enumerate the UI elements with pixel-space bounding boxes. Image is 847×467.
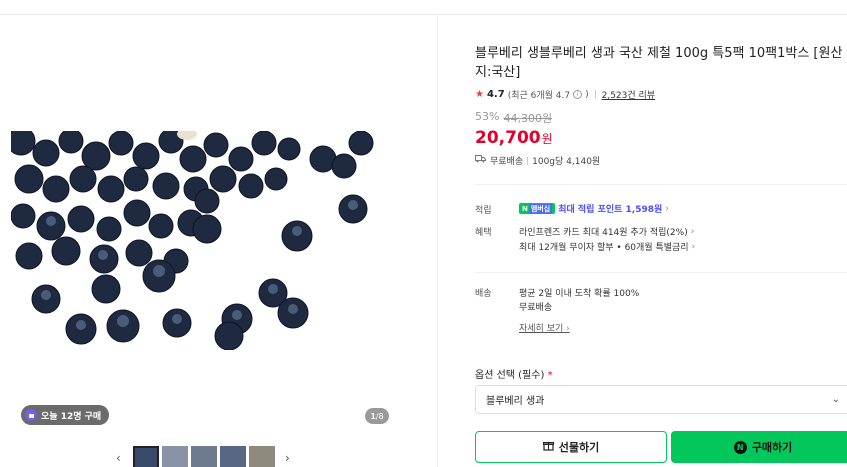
discount-rate: 53% (475, 110, 500, 123)
installment-benefit-text: 최대 12개월 무이자 할부 • 60개월 특별금리 (519, 243, 689, 253)
delivery-more-link[interactable]: 자세히 보기 › (519, 321, 570, 334)
chevron-down-icon: ⌄ (831, 394, 840, 405)
separator (594, 90, 596, 99)
option-label-text: 옵션 선택 (필수) (475, 370, 545, 381)
info-icon[interactable]: i (573, 90, 583, 99)
product-page: 오늘 12명 구매 1 /8 ‹ › 블루베리 생블루베리 생과 국산 제철 1… (0, 0, 847, 467)
sale-price-unit: 원 (541, 132, 553, 146)
delivery-line-1: 평균 2일 이내 도착 확률 100% (519, 289, 640, 299)
delivery-label: 배송 (475, 289, 492, 299)
option-selected-value: 블루베리 생과 (486, 396, 545, 407)
review-count-link[interactable]: 2,523건 리뷰 (602, 88, 655, 101)
image-counter-total: /8 (375, 411, 384, 421)
product-title: 블루베리 생블루베리 생과 국산 제철 100g 특5팩 10팩1박스 [원산지… (475, 46, 843, 80)
today-purchase-badge: 오늘 12명 구매 (21, 405, 110, 425)
rating-score: 4.7 (486, 89, 505, 100)
unit-price: 100g당 4,140원 (532, 157, 601, 167)
thumbnail[interactable] (191, 446, 217, 467)
gift-icon (542, 440, 554, 454)
shipping-text: 무료배송 (490, 157, 524, 167)
npay-membership-badge: N 멤버십 (519, 203, 556, 214)
column-divider (437, 15, 438, 467)
star-icon: ★ (475, 89, 484, 100)
required-mark: * (547, 370, 553, 381)
option-label: 옵션 선택 (필수) * (475, 366, 553, 381)
rating-recent: (최근 6개월 4.7 (507, 91, 571, 101)
buy-button-label: 구매하기 (751, 441, 793, 454)
points-line[interactable]: N 멤버십 최대 적립 포인트 1,598원 › (519, 202, 669, 215)
option-select[interactable]: 블루베리 생과 ⌄ (475, 385, 847, 414)
section-divider (475, 184, 847, 185)
chevron-right-icon: › (665, 203, 669, 214)
rating-row: ★ 4.7 (최근 6개월 4.7 i ) 2,523건 리뷰 (475, 88, 655, 101)
product-main-image[interactable] (11, 131, 399, 350)
naver-n-icon: N (733, 440, 747, 454)
today-purchase-text: 오늘 12명 구매 (41, 411, 102, 422)
sale-price-number: 20,700 (475, 128, 541, 148)
gift-button[interactable]: 선물하기 (475, 431, 667, 463)
delivery-line-2: 무료배송 (519, 303, 553, 313)
npay-plus: 멤버십 (528, 203, 553, 214)
max-points-text: 최대 적립 포인트 1,598원 (558, 205, 663, 215)
npay-n: N (522, 204, 528, 213)
discount-row: 53% 44,300원 (475, 110, 552, 126)
thumbnail[interactable] (249, 446, 275, 467)
thumbnail-next-button[interactable]: › (285, 450, 290, 466)
installment-benefit-line[interactable]: 최대 12개월 무이자 할부 • 60개월 특별금리 › (519, 240, 696, 254)
truck-icon (475, 155, 486, 166)
bag-icon (25, 409, 37, 421)
chevron-right-icon: › (690, 226, 695, 237)
image-counter: 1 /8 (365, 408, 389, 424)
thumbnail[interactable] (162, 446, 188, 467)
top-divider (0, 14, 847, 15)
buy-button[interactable]: N 구매하기 (671, 431, 847, 463)
points-label: 적립 (475, 206, 492, 216)
blueberries-illustration (11, 131, 399, 350)
benefit-label: 혜택 (475, 228, 492, 238)
sale-price: 20,700 원 (475, 128, 553, 148)
chevron-right-icon: › (566, 324, 570, 334)
thumbnail-prev-button[interactable]: ‹ (116, 450, 121, 466)
delivery-more-text: 자세히 보기 (519, 324, 564, 334)
card-benefit-text: 라인프렌즈 카드 최대 414원 추가 적립(2%) (519, 228, 688, 238)
thumbnail[interactable] (133, 446, 159, 467)
shipping-row: 무료배송 100g당 4,140원 (475, 154, 600, 167)
rating-close: ) (585, 89, 589, 100)
chevron-right-icon: › (691, 241, 696, 252)
original-price: 44,300원 (503, 112, 553, 125)
section-divider (475, 272, 847, 273)
thumbnail[interactable] (220, 446, 246, 467)
card-benefit-line[interactable]: 라인프렌즈 카드 최대 414원 추가 적립(2%) › (519, 225, 695, 239)
separator (527, 156, 529, 165)
gift-button-label: 선물하기 (558, 441, 600, 454)
thumbnail-strip (133, 446, 275, 467)
